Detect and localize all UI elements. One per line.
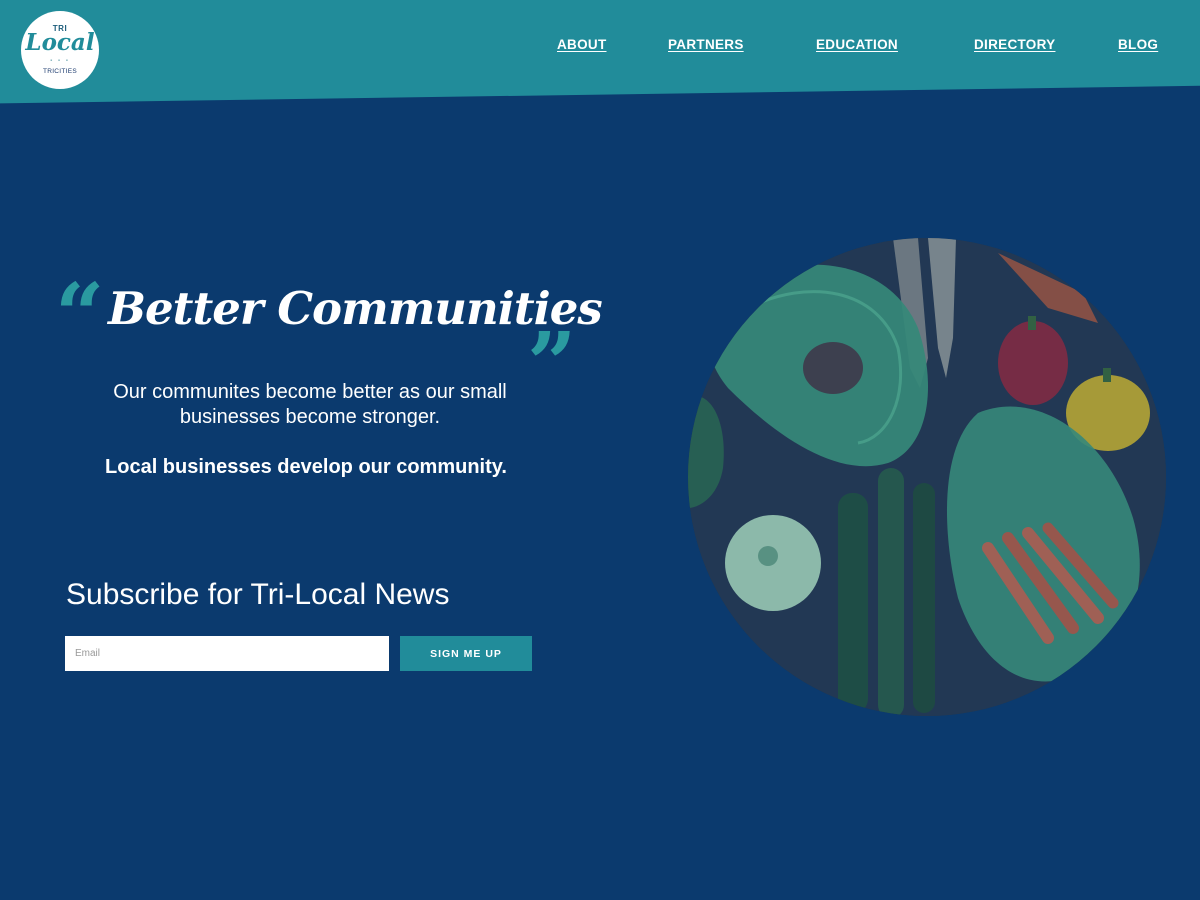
hero-highlight: Local businesses develop our community. [105, 456, 507, 478]
email-input[interactable] [65, 636, 389, 671]
subscribe-heading: Subscribe for Tri-Local News [66, 578, 450, 611]
open-quote-icon: “ [55, 265, 105, 366]
nav-directory[interactable]: DIRECTORY [974, 37, 1055, 52]
logo-local-text: Local [25, 29, 95, 56]
header-bar [0, 0, 1200, 104]
nav-partners[interactable]: PARTNERS [668, 37, 744, 52]
nav-education[interactable]: EDUCATION [816, 37, 898, 52]
logo-icons: ▪ ▪ ▪ [50, 58, 70, 64]
produce-photo [688, 238, 1166, 716]
produce-illustration [688, 238, 1166, 716]
hero-description: Our communites become better as our smal… [113, 381, 507, 428]
tri-local-logo[interactable]: TRI Local ▪ ▪ ▪ TRICITIES [21, 11, 99, 89]
sign-me-up-button[interactable]: SIGN ME UP [400, 636, 532, 671]
page: TRI Local ▪ ▪ ▪ TRICITIES ABOUT PARTNERS… [0, 0, 1200, 900]
nav-about[interactable]: ABOUT [557, 37, 607, 52]
hero-title: Better Communities [108, 282, 603, 335]
nav-blog[interactable]: BLOG [1118, 37, 1158, 52]
logo-tricities-text: TRICITIES [42, 68, 78, 75]
